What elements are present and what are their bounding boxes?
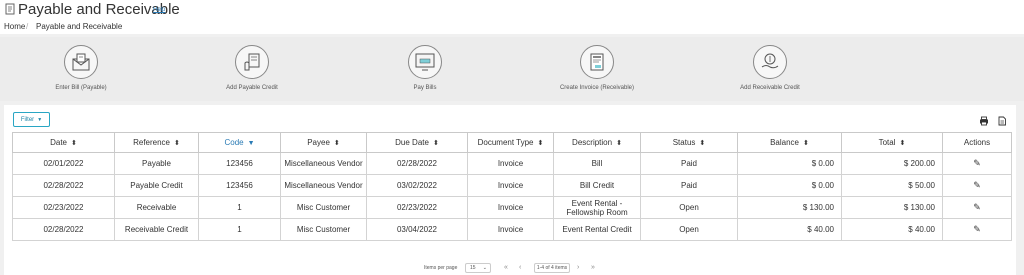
column-header-date[interactable]: Date ⬍	[12, 132, 115, 153]
breadcrumb-separator: /	[26, 22, 29, 31]
previous-page-icon[interactable]: ‹	[519, 263, 521, 272]
invoice-icon	[590, 53, 604, 71]
sort-icon: ⬍	[803, 140, 809, 147]
sort-icon: ⬍	[333, 140, 340, 147]
table-row[interactable]: 02/28/2022 Receivable Credit 1 Misc Cust…	[12, 218, 1012, 241]
bills-table: Date ⬍ Reference ⬍ Code ▼ Payee ⬍ Due Date ⬍ …	[12, 132, 1012, 241]
edit-icon[interactable]: ✎	[973, 202, 981, 212]
breadcrumb-current: Payable and Receivable	[36, 22, 123, 31]
column-header-description[interactable]: Description ⬍	[553, 132, 641, 153]
table-header-row: Date ⬍ Reference ⬍ Code ▼ Payee ⬍ Due Date ⬍ …	[12, 132, 1012, 153]
hand-money-icon	[761, 53, 779, 69]
enter-bill-button[interactable]: Enter Bill (Payable)	[21, 45, 141, 91]
next-page-icon[interactable]: ›	[577, 263, 579, 272]
edit-icon[interactable]: ✎	[973, 180, 981, 190]
envelope-bill-icon	[72, 53, 90, 71]
sort-icon: ⬍	[432, 140, 439, 147]
create-invoice-button[interactable]: Create Invoice (Receivable)	[537, 45, 657, 91]
chevron-down-icon: ⌄	[482, 265, 487, 271]
add-payable-credit-button[interactable]: Add Payable Credit	[192, 45, 312, 91]
hand-card-icon	[244, 53, 260, 71]
items-per-page-select[interactable]: 15 ⌄	[465, 263, 491, 273]
column-header-status[interactable]: Status ⬍	[640, 132, 738, 153]
quick-actions-bar: Enter Bill (Payable) Add Payable Credit …	[0, 37, 1024, 101]
column-header-reference[interactable]: Reference ⬍	[114, 132, 199, 153]
pay-bills-button[interactable]: Pay Bills	[365, 45, 485, 91]
table-row[interactable]: 02/01/2022 Payable 123456 Miscellaneous …	[12, 152, 1012, 175]
column-header-actions: Actions	[942, 132, 1012, 153]
column-header-balance[interactable]: Balance ⬍	[737, 132, 842, 153]
column-header-payee[interactable]: Payee ⬍	[280, 132, 367, 153]
breadcrumb-home[interactable]: Home	[4, 22, 25, 31]
first-page-icon[interactable]: «	[504, 263, 508, 272]
sort-icon: ⬍	[174, 140, 180, 147]
filter-button[interactable]: Filter ▼	[13, 112, 50, 127]
sort-desc-icon: ▼	[247, 140, 255, 147]
add-receivable-credit-button[interactable]: Add Receivable Credit	[710, 45, 830, 91]
page-range: 1-4 of 4 items	[534, 263, 570, 273]
monitor-check-icon	[415, 53, 435, 71]
sort-icon: ⬍	[616, 140, 622, 147]
sort-icon: ⬍	[71, 140, 77, 147]
last-page-icon[interactable]: »	[591, 263, 595, 272]
breadcrumb: Home / Payable and Receivable	[0, 20, 1024, 34]
edit-icon[interactable]: ✎	[973, 224, 981, 234]
edit-icon[interactable]: ✎	[973, 158, 981, 168]
column-header-due-date[interactable]: Due Date ⬍	[366, 132, 468, 153]
sort-icon: ⬍	[899, 140, 906, 147]
column-header-code[interactable]: Code ▼	[198, 132, 281, 153]
sort-icon: ⬍	[699, 140, 706, 147]
bills-panel: Filter ▼ Date ⬍ Reference ⬍ Code ▼ Payee ⬍ D…	[4, 105, 1016, 275]
column-header-document-type[interactable]: Document Type ⬍	[467, 132, 554, 153]
table-row[interactable]: 02/23/2022 Receivable 1 Misc Customer 02…	[12, 196, 1012, 219]
column-header-total[interactable]: Total ⬍	[841, 132, 943, 153]
table-row[interactable]: 02/28/2022 Payable Credit 123456 Miscell…	[12, 174, 1012, 197]
pagination: Items per page 15 ⌄ « ‹ 1-4 of 4 items ›…	[424, 263, 595, 273]
chevron-down-icon: ▼	[37, 116, 43, 123]
title-bar: Payable and Receivable Help	[0, 0, 1024, 20]
sort-icon: ⬍	[537, 140, 544, 147]
export-icon[interactable]	[997, 116, 1007, 126]
help-link[interactable]: Help	[153, 7, 165, 13]
bill-stack-icon	[5, 3, 15, 15]
print-icon[interactable]	[979, 116, 989, 126]
